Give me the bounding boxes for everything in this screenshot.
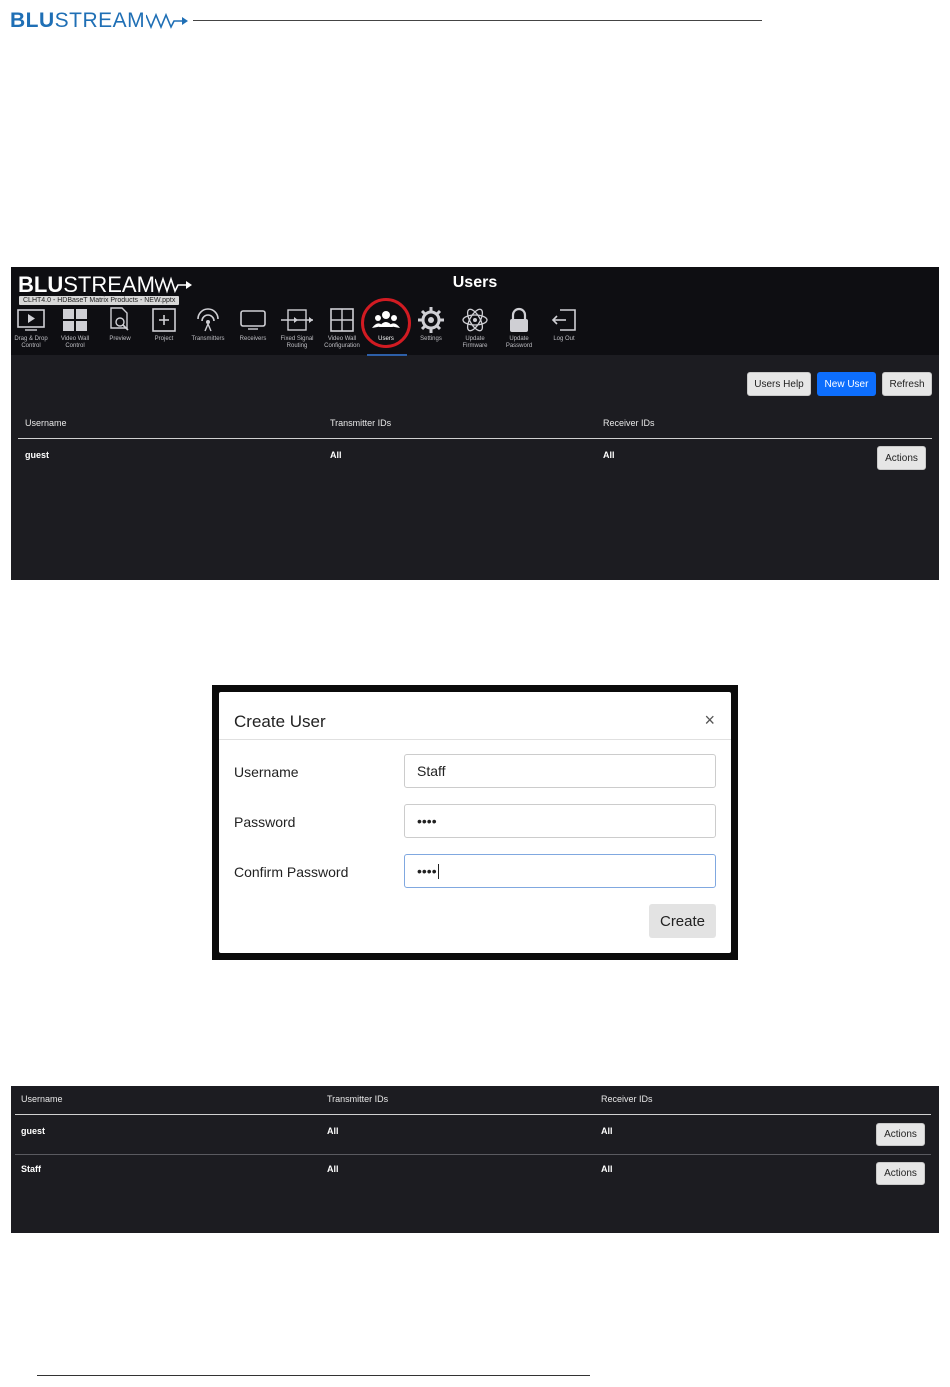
active-tab-indicator <box>367 354 407 356</box>
actions-button[interactable]: Actions <box>877 446 926 470</box>
row-divider <box>15 1154 931 1155</box>
project-plus-icon <box>152 308 176 332</box>
nav-label: Fixed Signal Routing <box>280 336 314 349</box>
nav-item-preview[interactable]: Preview <box>98 305 142 343</box>
users-page-screenshot: BLU STREAM CLHT4.0 - HDBaseT Matrix Produ… <box>11 267 939 580</box>
monitor-icon <box>240 310 266 330</box>
grid-icon <box>330 308 354 332</box>
users-table-screenshot: Username Transmitter IDs Receiver IDs gu… <box>11 1086 939 1233</box>
nav-item-receivers[interactable]: Receivers <box>231 305 275 343</box>
preview-search-icon <box>110 307 129 331</box>
nav-item-fixed-signal-routing[interactable]: Fixed Signal Routing <box>275 305 319 350</box>
nav-label: Video Wall Configuration <box>324 336 360 349</box>
nav-item-video-wall-configuration[interactable]: Video Wall Configuration <box>320 305 364 350</box>
nav-item-update-firmware[interactable]: Update Firmware <box>453 305 497 350</box>
password-label: Password <box>234 814 296 830</box>
nav-label: Video Wall Control <box>60 336 90 349</box>
actions-button[interactable]: Actions <box>876 1162 925 1185</box>
modal-divider <box>219 739 731 740</box>
document-logo-rest: STREAM <box>54 9 146 32</box>
modal-title: Create User <box>234 712 326 731</box>
cell-username: Staff <box>21 1164 41 1174</box>
confirm-password-label: Confirm Password <box>234 864 349 880</box>
nav-item-log-out[interactable]: Log Out <box>542 305 586 343</box>
username-value: Staff <box>417 763 446 779</box>
column-header-transmitter-ids: Transmitter IDs <box>330 418 392 428</box>
users-help-button[interactable]: Users Help <box>747 372 811 396</box>
close-icon[interactable]: × <box>704 710 715 731</box>
nav-label: Log Out <box>553 336 575 342</box>
lock-icon <box>510 307 528 332</box>
create-user-modal: Create User × Username Staff Password ••… <box>219 692 731 953</box>
nav-item-project[interactable]: Project <box>142 305 186 343</box>
file-tooltip: CLHT4.0 - HDBaseT Matrix Products - NEW.… <box>19 296 180 305</box>
nav-item-drag-drop[interactable]: Drag & Drop Control <box>11 305 53 350</box>
new-user-button[interactable]: New User <box>817 372 876 396</box>
confirm-password-field[interactable]: •••• <box>404 854 716 888</box>
create-button[interactable]: Create <box>649 904 716 938</box>
nav-item-transmitters[interactable]: Transmitters <box>186 305 230 343</box>
logout-icon <box>551 309 576 331</box>
nav-label: Transmitters <box>191 336 225 342</box>
text-caret <box>437 863 439 879</box>
cell-transmitter-ids: All <box>330 450 342 460</box>
routing-icon <box>281 309 313 331</box>
column-header-username: Username <box>25 418 67 428</box>
actions-button[interactable]: Actions <box>876 1123 925 1146</box>
nav-label: Update Password <box>505 336 533 349</box>
cell-transmitter-ids: All <box>327 1164 339 1174</box>
nav-label: Preview <box>109 336 131 342</box>
create-user-screenshot: Create User × Username Staff Password ••… <box>212 685 738 960</box>
cell-username: guest <box>25 450 50 460</box>
footer-rule <box>37 1375 590 1376</box>
cell-receiver-ids: All <box>601 1164 613 1174</box>
document-logo: BLU STREAM <box>10 8 189 34</box>
play-screen-icon <box>17 309 45 331</box>
password-field[interactable]: •••• <box>404 804 716 838</box>
cell-username: guest <box>21 1126 46 1136</box>
table-header-divider <box>15 1114 931 1115</box>
column-header-username: Username <box>21 1094 63 1104</box>
refresh-button[interactable]: Refresh <box>882 372 932 396</box>
column-header-transmitter-ids: Transmitter IDs <box>327 1094 389 1104</box>
gear-icon <box>418 307 444 333</box>
nav-label: Update Firmware <box>462 336 488 349</box>
antenna-icon <box>197 308 219 332</box>
column-header-receiver-ids: Receiver IDs <box>603 418 655 428</box>
nav-label: Project <box>154 336 174 342</box>
document-logo-bold: BLU <box>10 9 55 32</box>
password-value: •••• <box>417 813 437 829</box>
nav-item-video-wall-control[interactable]: Video Wall Control <box>53 305 97 350</box>
column-header-receiver-ids: Receiver IDs <box>601 1094 653 1104</box>
nav-label: Receivers <box>239 336 267 342</box>
atom-icon <box>462 308 488 332</box>
username-label: Username <box>234 764 299 780</box>
confirm-password-value: •••• <box>417 863 437 879</box>
highlight-ring <box>361 298 411 348</box>
video-wall-grid-icon <box>63 309 87 331</box>
page-title: Users <box>452 274 498 291</box>
cell-receiver-ids: All <box>601 1126 613 1136</box>
cell-transmitter-ids: All <box>327 1126 339 1136</box>
header-rule <box>193 20 762 21</box>
table-header-divider <box>18 438 932 439</box>
waveform-arrow-icon <box>146 12 189 30</box>
cell-receiver-ids: All <box>603 450 615 460</box>
nav-item-update-password[interactable]: Update Password <box>497 305 541 350</box>
nav-label: Settings <box>420 336 442 342</box>
username-field[interactable]: Staff <box>404 754 716 788</box>
nav-item-settings[interactable]: Settings <box>409 305 453 343</box>
nav-label: Drag & Drop Control <box>14 336 48 349</box>
